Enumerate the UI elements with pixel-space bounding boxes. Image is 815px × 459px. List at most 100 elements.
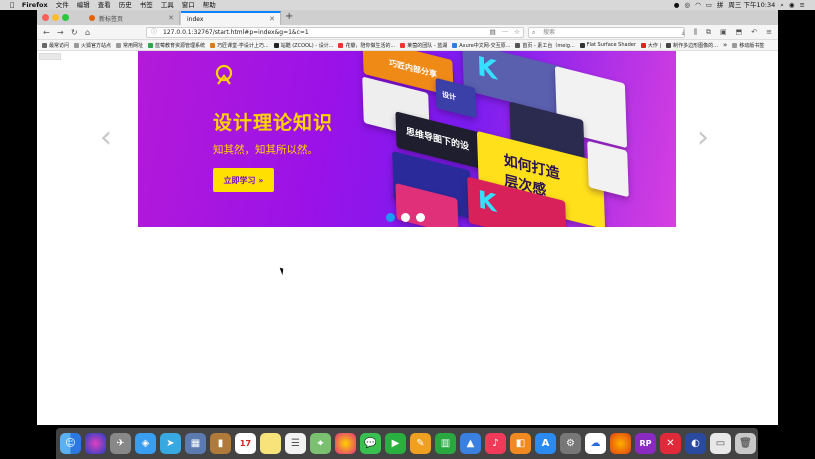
keynote-icon[interactable]: ▲ [460,433,481,454]
bookmarks-overflow-chevron-icon[interactable]: » [723,41,727,49]
menu-tools[interactable]: 工具 [161,0,174,10]
system-preferences-icon[interactable]: ⚙ [560,433,581,454]
menubar-clock[interactable]: 周三 下午10:34 [728,0,775,10]
mac-dock: ☺ ✈ ◈ ➤ ▦ ▮ 17 ☰ ⌖ 💬 ▶ ✎ ▥ ▲ ♪ ◧ A ⚙ ☁ R… [56,428,758,459]
site-info-icon[interactable]: ⓘ [151,28,157,37]
bookmark-item[interactable]: 最常访问 [42,42,69,49]
new-tab-plus-icon[interactable]: + [285,11,293,22]
menu-help[interactable]: 帮助 [203,0,216,10]
synced-tabs-icon[interactable]: ⬒ [736,27,743,38]
browser-alt-icon[interactable]: ◐ [685,433,706,454]
hamburger-menu-icon[interactable]: ≡ [766,27,772,38]
wifi-icon[interactable]: ◠ [695,0,701,10]
photos-preview-icon[interactable]: ▦ [185,433,206,454]
reload-icon[interactable]: ↻ [71,27,78,38]
apple-menu-icon[interactable]:  [10,0,14,10]
forward-arrow-icon[interactable]: → [57,27,64,38]
page-actions-icon[interactable]: ··· [502,28,508,36]
launchpad-icon[interactable]: ✈ [110,433,131,454]
menu-history[interactable]: 历史 [119,0,132,10]
siri-icon[interactable]: ◉ [789,0,795,10]
url-bar[interactable]: ⓘ 127.0.0.1:32767/start.html#p=index&g=1… [146,27,524,38]
menu-bookmarks[interactable]: 书签 [140,0,153,10]
telegram-icon[interactable]: ➤ [160,433,181,454]
axure-rp-icon[interactable]: RP [635,433,656,454]
menu-file[interactable]: 文件 [56,0,69,10]
app-store-icon[interactable]: A [535,433,556,454]
wechat-icon[interactable]: ◎ [684,0,690,10]
bookmark-item[interactable]: Flat Surface Shader [579,42,636,48]
spotlight-icon[interactable]: ⌕ [780,0,784,10]
bookmark-item[interactable]: 蓝莓教育资源管理系统 [148,42,205,49]
bookmark-item[interactable]: 站酷 (ZCOOL) - 设计... [273,42,333,49]
hero-banner[interactable]: 设计理论知识 知其然，知其所以然。 立即学习 » 巧匠内部分享 K 设计 思维导… [138,51,676,227]
bookmark-item[interactable]: Axure中文网-交互原... [452,42,510,49]
screenshot-folder-icon[interactable]: ▭ [710,433,731,454]
library-icon[interactable]: ⫼ [694,27,697,38]
favicon-icon [666,42,672,48]
folder-icon [116,42,122,48]
xmind-icon[interactable]: ✕ [660,433,681,454]
menu-view[interactable]: 查看 [98,0,111,10]
back-arrow-icon[interactable]: ← [43,27,50,38]
close-window-button[interactable] [42,14,49,21]
maximize-window-button[interactable] [62,14,69,21]
notes-icon[interactable] [260,433,281,454]
tab-strip: 新标签页 ✕ index ✕ + [37,10,778,25]
carousel-prev-chevron-icon[interactable]: ‹ [100,123,112,153]
pages-icon[interactable]: ✎ [410,433,431,454]
bookmark-item[interactable]: 首页 - 素工台（meig... [515,42,575,49]
bookmark-star-icon[interactable]: ☆ [514,28,520,36]
siri-dock-icon[interactable] [85,433,106,454]
close-tab-icon[interactable]: ✕ [168,14,174,22]
carousel-dot-2[interactable] [401,213,410,222]
baidu-netdisk-icon[interactable]: ☁ [585,433,606,454]
input-method-icon[interactable]: 拼 [717,0,724,10]
music-icon[interactable]: ♪ [485,433,506,454]
reader-view-icon[interactable]: ▤ [490,28,496,36]
screenshot-icon[interactable]: ⧉ [706,27,711,38]
menu-window[interactable]: 窗口 [182,0,195,10]
messages-icon[interactable]: 💬 [360,433,381,454]
bookmark-item[interactable]: 花瓣，陪你做生活的... [338,42,395,49]
numbers-icon[interactable]: ▥ [435,433,456,454]
minimize-window-button[interactable] [52,14,59,21]
learn-now-button[interactable]: 立即学习 » [213,168,274,192]
bookmark-item[interactable]: 巧匠课堂-学设计上巧... [210,42,269,49]
bookmark-item[interactable]: 莱茵的团队 - 蓝湖 [400,42,447,49]
books-icon[interactable]: ◧ [510,433,531,454]
menu-edit[interactable]: 编辑 [77,0,90,10]
record-icon[interactable]: ● [674,0,680,10]
firefox-dock-icon[interactable] [610,433,631,454]
carousel-dot-1[interactable] [386,213,395,222]
bookmark-item[interactable]: 火狐官方站点 [74,42,111,49]
bookmark-item[interactable]: 常用网址 [116,42,143,49]
reminders-icon[interactable]: ☰ [285,433,306,454]
photos-icon[interactable] [335,433,356,454]
page-back-button[interactable] [39,53,61,60]
search-bar[interactable]: ⌕ 搜索 [528,27,685,38]
sidebar-icon[interactable]: ▣ [720,27,727,38]
safari-icon[interactable]: ◈ [135,433,156,454]
maps-icon[interactable]: ⌖ [310,433,331,454]
carousel-dot-3[interactable] [416,213,425,222]
trash-icon[interactable]: 🗑 [735,433,756,454]
bookmark-item[interactable]: 大作 | [640,42,661,49]
facetime-icon[interactable]: ▶ [385,433,406,454]
carousel-next-chevron-icon[interactable]: › [697,123,709,153]
bookmark-item[interactable]: 制作多边形图像的... [666,42,718,49]
menu-firefox[interactable]: Firefox [22,0,48,10]
card-label: 思维导图下的设 [405,126,470,153]
tab-new-tab[interactable]: 新标签页 ✕ [83,11,180,25]
battery-icon[interactable]: ▭ [706,0,712,10]
close-tab-icon[interactable]: ✕ [269,15,275,23]
calendar-icon[interactable]: 17 [235,433,256,454]
mobile-bookmarks[interactable]: 移动版书签 [732,42,764,49]
tab-index[interactable]: index ✕ [181,11,281,25]
notification-center-icon[interactable]: ≡ [800,0,805,10]
undo-icon[interactable]: ↶ [751,27,757,38]
home-icon[interactable]: ⌂ [85,27,90,38]
finder-icon[interactable]: ☺ [60,433,81,454]
notebook-icon[interactable]: ▮ [210,433,231,454]
downloads-icon[interactable]: ⤓ [682,27,685,38]
